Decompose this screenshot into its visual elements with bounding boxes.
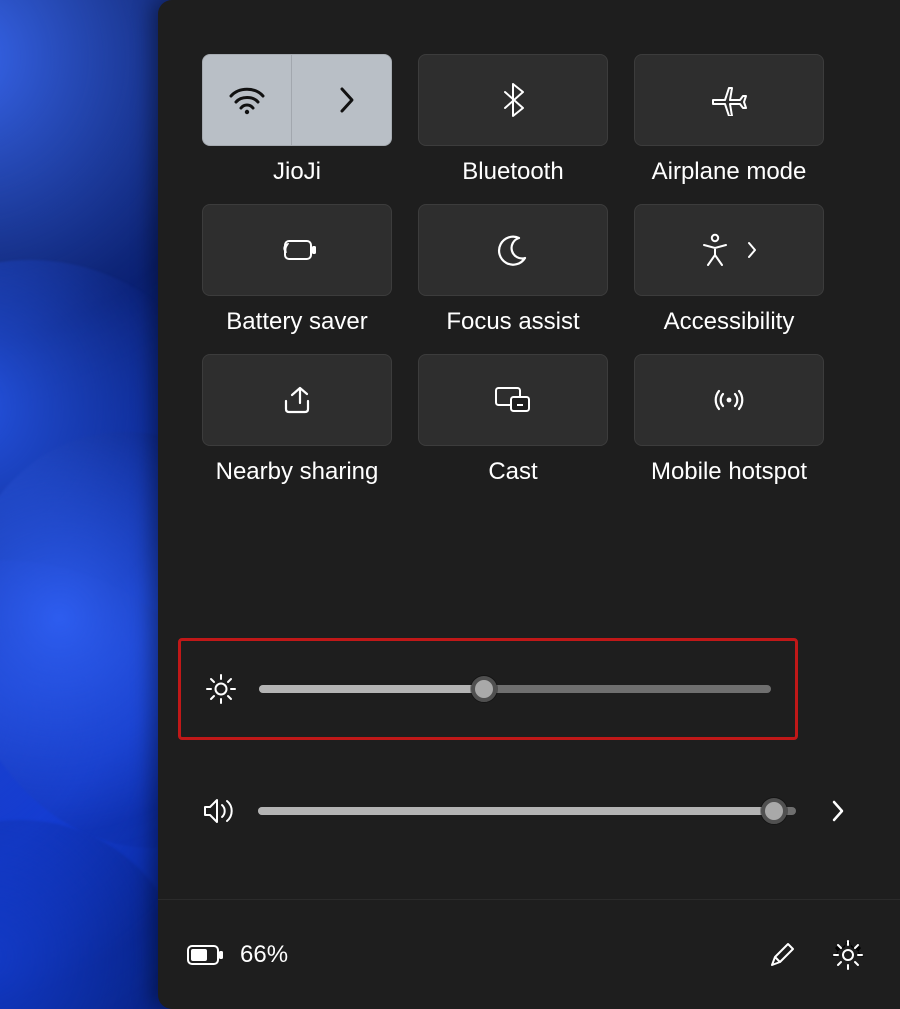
mobile-hotspot-toggle[interactable] — [634, 354, 824, 446]
settings-button[interactable] — [824, 931, 872, 979]
airplane-mode-label: Airplane mode — [629, 158, 829, 186]
volume-icon — [202, 796, 236, 826]
moon-icon — [497, 234, 529, 266]
chevron-right-icon — [830, 798, 846, 824]
edit-quick-settings-button[interactable] — [758, 931, 806, 979]
battery-status[interactable]: 66% — [186, 941, 288, 969]
focus-assist-label: Focus assist — [413, 308, 613, 336]
cast-label: Cast — [413, 458, 613, 486]
hotspot-icon — [710, 385, 748, 415]
volume-slider-thumb[interactable] — [761, 798, 787, 824]
bluetooth-icon — [501, 82, 525, 118]
share-icon — [280, 385, 314, 415]
wifi-toggle[interactable] — [202, 54, 392, 146]
wifi-icon — [228, 85, 266, 115]
quick-settings-panel: JioJi Bluetooth Airplane mode — [158, 0, 900, 1009]
volume-row — [178, 784, 858, 838]
chevron-right-icon — [338, 86, 356, 114]
mobile-hotspot-label: Mobile hotspot — [629, 458, 829, 486]
gear-icon — [832, 939, 864, 971]
volume-slider[interactable] — [258, 807, 796, 815]
airplane-icon — [710, 84, 748, 116]
bluetooth-label: Bluetooth — [413, 158, 613, 186]
quick-settings-footer: 66% — [158, 899, 900, 1009]
wifi-label: JioJi — [197, 158, 397, 186]
battery-icon — [186, 943, 226, 967]
battery-saver-icon — [277, 237, 317, 263]
volume-expand-button[interactable] — [818, 791, 858, 831]
chevron-right-icon — [746, 240, 758, 260]
brightness-row — [178, 638, 798, 740]
battery-percent-text: 66% — [240, 941, 288, 969]
accessibility-icon — [700, 233, 730, 267]
accessibility-toggle[interactable] — [634, 204, 824, 296]
accessibility-label: Accessibility — [629, 308, 829, 336]
battery-saver-label: Battery saver — [197, 308, 397, 336]
brightness-slider[interactable] — [259, 685, 771, 693]
cast-icon — [493, 385, 533, 415]
cast-toggle[interactable] — [418, 354, 608, 446]
nearby-sharing-label: Nearby sharing — [197, 458, 397, 486]
nearby-sharing-toggle[interactable] — [202, 354, 392, 446]
brightness-slider-thumb[interactable] — [471, 676, 497, 702]
quick-settings-grid: JioJi Bluetooth Airplane mode — [202, 54, 822, 486]
bluetooth-toggle[interactable] — [418, 54, 608, 146]
battery-saver-toggle[interactable] — [202, 204, 392, 296]
airplane-mode-toggle[interactable] — [634, 54, 824, 146]
wifi-expand-button[interactable] — [302, 55, 391, 145]
brightness-icon — [205, 673, 237, 705]
pencil-icon — [767, 940, 797, 970]
focus-assist-toggle[interactable] — [418, 204, 608, 296]
